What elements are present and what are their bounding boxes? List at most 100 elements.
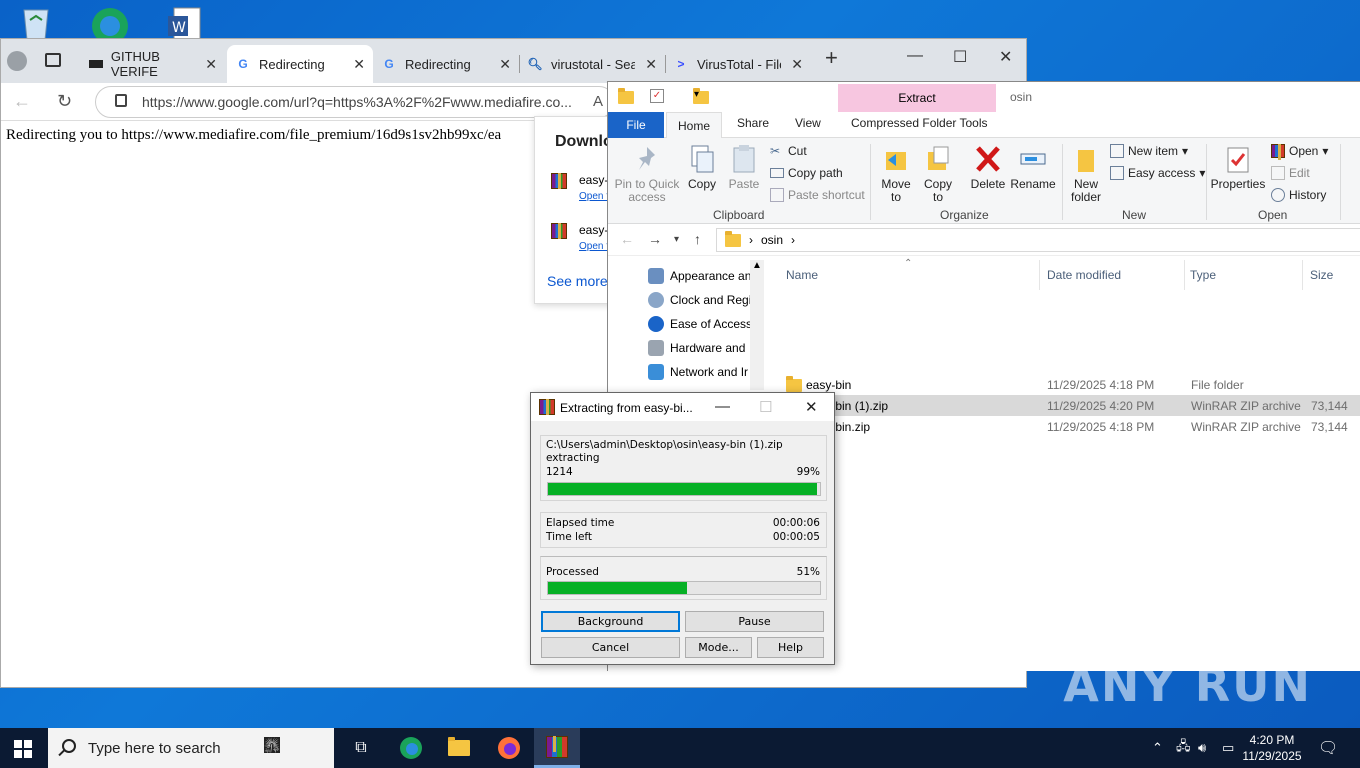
tab-share[interactable]: Share bbox=[737, 116, 769, 130]
forward-icon[interactable]: → bbox=[648, 231, 662, 247]
edit-button[interactable]: Edit bbox=[1271, 166, 1310, 180]
copy-button[interactable]: Copy bbox=[684, 144, 720, 191]
back-icon[interactable]: ← bbox=[13, 91, 31, 112]
paste-shortcut-icon bbox=[770, 188, 784, 202]
nav-item-ease-of-access[interactable]: Ease of Access bbox=[648, 316, 758, 332]
properties-quick-icon[interactable]: ✓ bbox=[650, 89, 664, 103]
notifications-icon[interactable]: 🗨︎ bbox=[1318, 728, 1338, 768]
nav-item-hardware[interactable]: Hardware and bbox=[648, 340, 758, 356]
open-file-link[interactable]: Open f bbox=[579, 241, 609, 252]
tab-virustotal-file[interactable]: > VirusTotal - File ✕ bbox=[665, 45, 811, 83]
nav-pane-scrollbar[interactable]: ▲ bbox=[750, 260, 764, 390]
history-button[interactable]: History bbox=[1271, 188, 1326, 202]
see-more-link[interactable]: See more bbox=[547, 273, 608, 289]
edge-desktop-icon[interactable] bbox=[88, 4, 132, 44]
close-tab-icon[interactable]: ✕ bbox=[645, 56, 657, 73]
delete-button[interactable]: Delete bbox=[968, 144, 1008, 191]
column-separator[interactable] bbox=[1302, 260, 1303, 290]
close-tab-icon[interactable]: ✕ bbox=[205, 56, 217, 73]
pin-quick-access-button[interactable]: Pin to Quick access bbox=[614, 144, 680, 204]
nav-item-appearance[interactable]: Appearance an bbox=[648, 268, 758, 284]
close-tab-icon[interactable]: ✕ bbox=[499, 56, 511, 73]
column-separator[interactable] bbox=[1184, 260, 1185, 290]
download-item[interactable]: easy- Open f bbox=[551, 173, 613, 213]
word-document-icon[interactable]: W bbox=[164, 6, 208, 42]
recycle-bin-icon[interactable] bbox=[16, 6, 60, 42]
close-window-icon[interactable]: ✕ bbox=[999, 47, 1012, 67]
taskbar-clock[interactable]: 4:20 PM 11/29/2025 bbox=[1232, 732, 1312, 764]
nav-item-network[interactable]: Network and Ir bbox=[648, 364, 758, 380]
close-icon[interactable]: ✕ bbox=[805, 398, 818, 416]
properties-button[interactable]: Properties bbox=[1210, 144, 1266, 191]
close-tab-icon[interactable]: ✕ bbox=[353, 56, 365, 73]
recent-locations-icon[interactable]: ▾ bbox=[674, 234, 679, 245]
tab-virustotal-search[interactable]: 🔍︎ virustotal - Sear ✕ bbox=[519, 45, 665, 83]
chevron-up-icon[interactable]: ⌃ bbox=[1152, 728, 1163, 768]
volume-icon[interactable]: 🔊︎ bbox=[1198, 728, 1206, 768]
file-explorer-taskbar-icon[interactable] bbox=[436, 728, 482, 768]
column-size[interactable]: Size bbox=[1310, 268, 1333, 282]
copy-path-button[interactable]: Copy path bbox=[770, 166, 843, 180]
url-input[interactable]: https://www.google.com/url?q=https%3A%2F… bbox=[95, 86, 615, 118]
minimize-icon[interactable]: — bbox=[715, 398, 730, 415]
tab-compressed-folder-tools[interactable]: Compressed Folder Tools bbox=[851, 116, 988, 130]
tab-redirecting[interactable]: G Redirecting ✕ bbox=[373, 45, 519, 83]
paste-button[interactable]: Paste bbox=[726, 144, 762, 191]
back-icon[interactable]: ← bbox=[620, 231, 634, 247]
edge-taskbar-icon[interactable] bbox=[388, 728, 434, 768]
column-separator[interactable] bbox=[1039, 260, 1040, 290]
tab-redirecting-active[interactable]: G Redirecting ✕ bbox=[227, 45, 373, 83]
tab-view[interactable]: View bbox=[795, 116, 821, 130]
extract-context-tab[interactable]: Extract bbox=[838, 84, 996, 112]
new-item-button[interactable]: New item ▾ bbox=[1110, 144, 1188, 158]
cancel-button[interactable]: Cancel bbox=[541, 637, 680, 658]
profile-avatar[interactable] bbox=[7, 51, 27, 71]
reload-icon[interactable]: ↻ bbox=[57, 91, 72, 112]
tab-home[interactable]: Home bbox=[666, 112, 722, 139]
copy-to-button[interactable]: Copy to bbox=[918, 144, 958, 204]
address-path[interactable]: › osin › bbox=[716, 228, 1360, 252]
windows-start-icon[interactable] bbox=[14, 740, 32, 758]
nav-item-clock[interactable]: Clock and Regi bbox=[648, 292, 758, 308]
tab-github[interactable]: GITHUB VERIFE ✕ bbox=[81, 45, 225, 83]
up-icon[interactable]: ↑ bbox=[694, 231, 701, 247]
tab-file[interactable]: File bbox=[608, 112, 664, 138]
read-aloud-icon[interactable]: A bbox=[593, 93, 603, 110]
close-tab-icon[interactable]: ✕ bbox=[791, 56, 803, 73]
column-type[interactable]: Type bbox=[1190, 268, 1216, 282]
paste-shortcut-button[interactable]: Paste shortcut bbox=[770, 188, 865, 202]
easy-access-button[interactable]: Easy access ▾ bbox=[1110, 166, 1205, 180]
taskbar-search-input[interactable]: Type here to search 🎆︎ bbox=[48, 728, 334, 768]
mode-button[interactable]: Mode... bbox=[685, 637, 752, 658]
download-item[interactable]: easy- Open f bbox=[551, 223, 613, 263]
open-button[interactable]: Open ▾ bbox=[1271, 144, 1328, 160]
pause-button[interactable]: Pause bbox=[685, 611, 824, 632]
file-row[interactable]: easy-bin 11/29/2025 4:18 PM File folder bbox=[782, 374, 1360, 395]
file-list: ⌃ Name Date modified Type Size easy-bin … bbox=[768, 258, 1360, 672]
cut-button[interactable]: ✂ Cut bbox=[770, 144, 807, 158]
path-segment[interactable]: osin bbox=[761, 233, 783, 247]
open-file-link[interactable]: Open f bbox=[579, 191, 609, 202]
file-row[interactable]: easy-bin.zip 11/29/2025 4:18 PM WinRAR Z… bbox=[782, 416, 1360, 437]
lock-icon[interactable] bbox=[115, 94, 127, 107]
rename-button[interactable]: Rename bbox=[1010, 144, 1056, 191]
customize-qat-icon[interactable]: ▾ bbox=[694, 89, 708, 103]
new-group-label: New bbox=[1122, 208, 1147, 222]
minimize-icon[interactable]: — bbox=[907, 47, 923, 65]
network-tray-icon[interactable]: 🖧︎ bbox=[1176, 728, 1191, 768]
column-date-modified[interactable]: Date modified bbox=[1047, 268, 1121, 282]
winrar-taskbar-icon[interactable] bbox=[534, 728, 580, 768]
task-view-icon[interactable]: ⧉ bbox=[338, 728, 384, 768]
background-button[interactable]: Background bbox=[541, 611, 680, 632]
tab-actions-icon[interactable] bbox=[45, 53, 61, 67]
file-row-selected[interactable]: easy-bin (1).zip 11/29/2025 4:20 PM WinR… bbox=[782, 395, 1360, 416]
help-button[interactable]: Help bbox=[757, 637, 824, 658]
tab-title: Redirecting bbox=[405, 56, 471, 72]
column-name[interactable]: Name bbox=[786, 268, 818, 282]
new-tab-button[interactable]: + bbox=[825, 45, 838, 71]
move-to-button[interactable]: Move to bbox=[876, 144, 916, 204]
maximize-icon[interactable]: ☐ bbox=[953, 47, 967, 67]
scroll-up-icon[interactable]: ▲ bbox=[752, 260, 762, 271]
firefox-taskbar-icon[interactable] bbox=[486, 728, 532, 768]
new-folder-button[interactable]: New folder bbox=[1066, 144, 1106, 204]
